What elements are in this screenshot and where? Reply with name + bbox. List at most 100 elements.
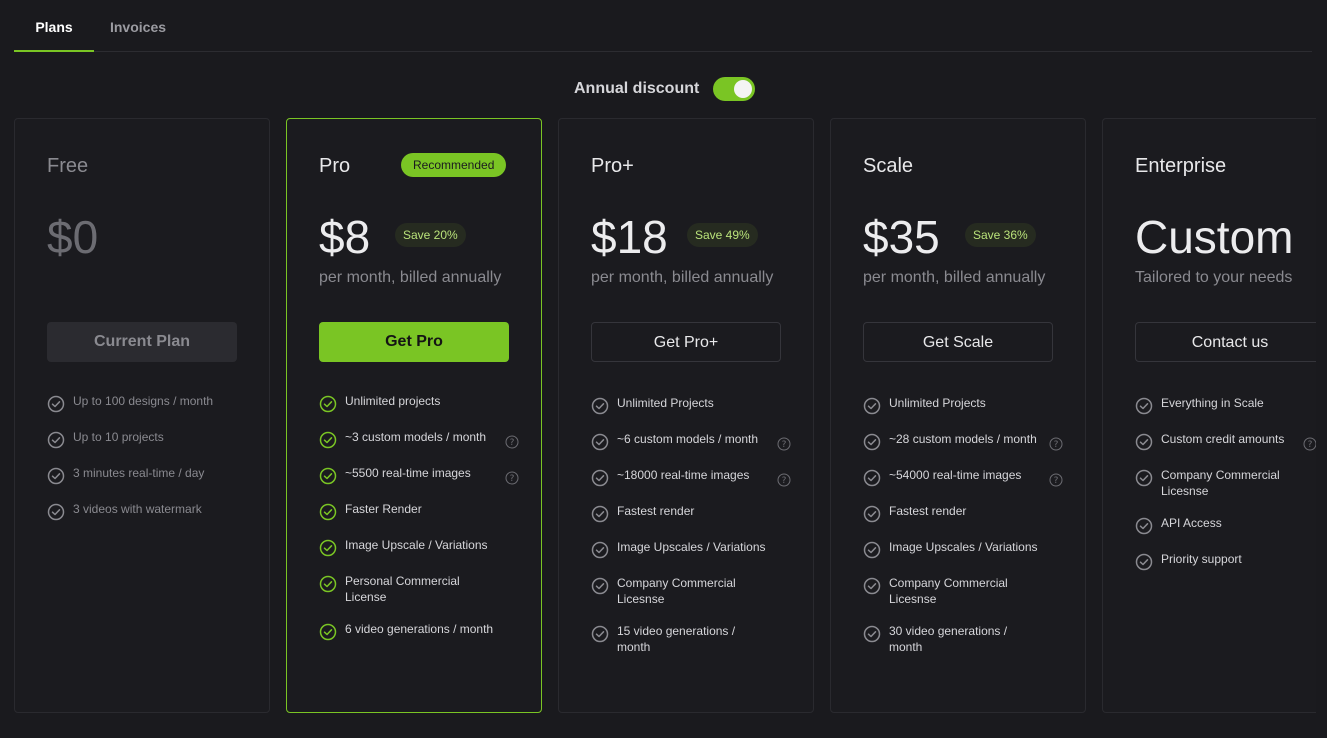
svg-text:?: ? [1054,440,1059,450]
feature-item: Unlimited Projects [863,395,1063,431]
check-circle-icon [863,625,881,643]
feature-item: ~3 custom models / month? [319,429,519,465]
feature-text: Priority support [1161,552,1242,566]
svg-text:?: ? [782,476,787,486]
feature-item: Everything in Scale [1135,395,1316,431]
feature-text: Image Upscale / Variations [345,538,488,552]
feature-item: Priority support [1135,551,1316,587]
tab-invoices[interactable]: Invoices [102,0,174,52]
plan-price: $18 [591,211,668,263]
help-icon[interactable]: ? [777,437,791,451]
feature-text: Company Commercial Licesnse [1161,468,1280,498]
feature-text: ~3 custom models / month [345,430,487,444]
feature-item: Image Upscales / Variations [863,539,1063,575]
tab-bar: Plans Invoices [14,0,1312,52]
check-circle-icon [47,503,65,521]
save-badge: Save 36% [965,223,1036,247]
feature-item: ~6 custom models / month? [591,431,791,467]
feature-text: Company Commercial Licesnse [889,576,1008,606]
annual-discount-toggle[interactable] [713,77,756,101]
feature-item: 6 video generations / month [319,621,519,657]
feature-item: ~28 custom models / month? [863,431,1063,467]
check-circle-icon [591,397,609,415]
check-circle-icon [863,397,881,415]
feature-list: Unlimited Projects ~28 custom models / mo… [863,395,1063,671]
annual-discount-row: Annual discount [574,76,756,102]
feature-text: Fastest render [889,504,967,518]
contact-us-button[interactable]: Contact us [1135,322,1316,362]
feature-text: ~54000 real-time images [889,468,1022,482]
feature-text: 6 video generations / month [345,622,494,636]
get-pro-button[interactable]: Get Pro [319,322,509,362]
get-scale-button[interactable]: Get Scale [863,322,1053,362]
annual-discount-label: Annual discount [574,80,700,97]
help-icon[interactable]: ? [505,435,519,449]
svg-text:?: ? [510,474,515,484]
feature-text: ~6 custom models / month [617,432,759,446]
check-circle-icon [863,577,881,595]
tab-plans[interactable]: Plans [14,0,94,52]
feature-text: Up to 100 designs / month [73,394,214,408]
check-circle-icon [863,505,881,523]
feature-item: 15 video generations / month [591,623,791,671]
check-circle-icon [1135,469,1153,487]
feature-text: 3 minutes real-time / day [73,466,205,480]
feature-item: Fastest render [863,503,1063,539]
feature-item: Company Commercial Licesnse [863,575,1063,623]
check-circle-icon [591,577,609,595]
plan-name: Pro+ [591,155,634,177]
feature-item: 30 video generations / month [863,623,1063,671]
help-icon[interactable]: ? [1049,437,1063,451]
feature-item: Up to 10 projects [47,429,247,465]
feature-item: Personal Commercial License [319,573,519,621]
feature-item: Company Commercial Licesnse [591,575,791,623]
feature-item: Unlimited Projects [591,395,791,431]
svg-text:?: ? [1054,476,1059,486]
plan-card-enterprise: Enterprise Custom Tailored to your needs… [1102,118,1316,713]
feature-item: Up to 100 designs / month [47,393,247,429]
plan-card-scale: Scale $35 Save 36% per month, billed ann… [830,118,1086,713]
feature-text: API Access [1161,516,1222,530]
plan-price: $8 [319,211,371,263]
plan-price: $35 [863,211,940,263]
billing-subtext: per month, billed annually [319,269,502,286]
check-circle-icon [319,575,337,593]
check-circle-icon [319,503,337,521]
check-circle-icon [863,469,881,487]
feature-text: Image Upscales / Variations [889,540,1038,554]
check-circle-icon [319,623,337,641]
get-pro-plus-button[interactable]: Get Pro+ [591,322,781,362]
feature-text: 30 video generations / month [889,624,1008,654]
feature-item: Image Upscale / Variations [319,537,519,573]
feature-item: ~5500 real-time images? [319,465,519,501]
help-icon[interactable]: ? [777,473,791,487]
feature-text: ~18000 real-time images [617,468,750,482]
feature-text: Unlimited Projects [617,396,714,410]
check-circle-icon [591,541,609,559]
current-plan-button[interactable]: Current Plan [47,322,237,362]
feature-list: Everything in Scale Custom credit amounts… [1135,395,1316,587]
feature-item: Fastest render [591,503,791,539]
feature-text: Fastest render [617,504,695,518]
feature-list: Unlimited projects ~3 custom models / mon… [319,393,519,657]
help-icon[interactable]: ? [1049,473,1063,487]
plan-card-free: Free $0 Current Plan Up to 100 designs /… [14,118,270,713]
feature-text: Up to 10 projects [73,430,164,444]
feature-text: Unlimited Projects [889,396,986,410]
plan-name: Pro [319,155,351,177]
feature-text: Faster Render [345,502,422,516]
feature-text: Everything in Scale [1161,396,1264,410]
feature-text: Company Commercial Licesnse [617,576,736,606]
plan-name: Free [47,155,89,177]
help-icon[interactable]: ? [1303,437,1316,451]
feature-item: Company Commercial Licesnse [1135,467,1316,515]
check-circle-icon [863,541,881,559]
save-badge: Save 20% [395,223,466,247]
feature-item: 3 minutes real-time / day [47,465,247,501]
help-icon[interactable]: ? [505,471,519,485]
plan-card-pro-plus: Pro+ $18 Save 49% per month, billed annu… [558,118,814,713]
check-circle-icon [47,395,65,413]
check-circle-icon [319,467,337,485]
feature-text: 15 video generations / month [617,624,736,654]
feature-item: Image Upscales / Variations [591,539,791,575]
